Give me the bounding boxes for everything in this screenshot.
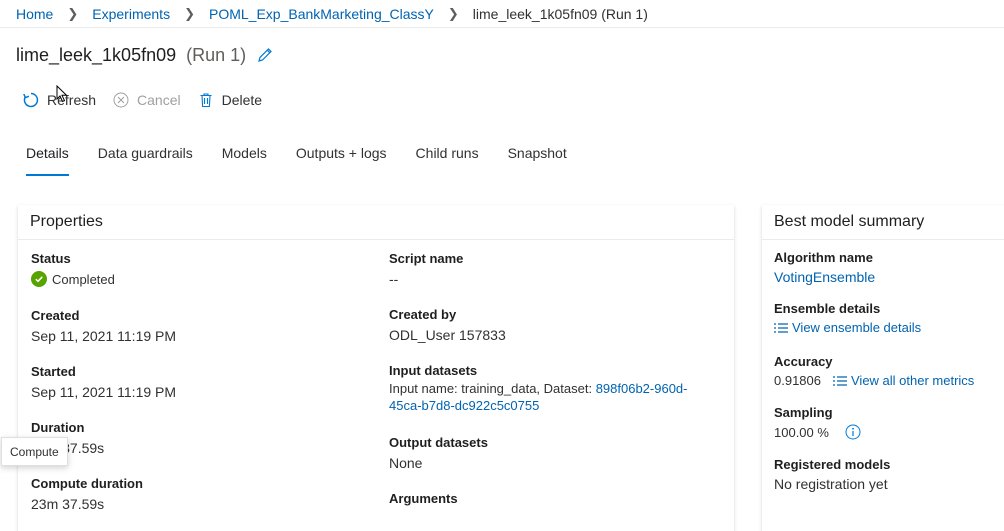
accuracy-label: Accuracy: [774, 354, 833, 369]
script-name-value: --: [389, 271, 399, 287]
started-value: Sep 11, 2021 11:19 PM: [31, 384, 177, 400]
run-number: (Run 1): [186, 44, 247, 65]
breadcrumb-current: lime_leek_1k05fn09 (Run 1): [472, 5, 648, 22]
view-all-metrics-link[interactable]: View all other metrics: [833, 373, 974, 388]
view-ensemble-details-text: View ensemble details: [792, 320, 922, 335]
script-name-property: Script name --: [389, 251, 463, 287]
input-datasets-label: Input datasets: [389, 363, 478, 378]
ensemble-property: Ensemble details View ensemble details: [774, 301, 921, 335]
started-property: Started Sep 11, 2021 11:19 PM: [31, 364, 176, 400]
script-name-label: Script name: [389, 251, 464, 266]
duration-label: Duration: [31, 420, 85, 435]
created-by-label: Created by: [389, 307, 457, 322]
algorithm-label: Algorithm name: [774, 250, 873, 265]
tab-child-runs[interactable]: Child runs: [416, 140, 479, 176]
registered-models-value: No registration yet: [774, 476, 888, 492]
page-title: lime_leek_1k05fn09 (Run 1): [16, 42, 274, 68]
sampling-label: Sampling: [774, 405, 833, 420]
properties-card: Properties Status Completed Created Sep …: [18, 205, 734, 531]
output-datasets-value: None: [389, 455, 423, 471]
delete-button[interactable]: Delete: [197, 91, 262, 109]
status-label: Status: [31, 251, 71, 266]
view-ensemble-details-link[interactable]: View ensemble details: [774, 320, 921, 335]
created-value: Sep 11, 2021 11:19 PM: [31, 328, 177, 344]
dataset-link-continued[interactable]: 45ca-b7d8-dc922c5c0755: [389, 398, 688, 413]
created-property: Created Sep 11, 2021 11:19 PM: [31, 308, 176, 344]
breadcrumb-experiment[interactable]: POML_Exp_BankMarketing_ClassY: [209, 6, 434, 22]
status-value: Completed: [31, 271, 115, 287]
status-text: Completed: [52, 271, 115, 287]
created-by-property: Created by ODL_User 157833: [389, 307, 506, 343]
registered-models-property: Registered models No registration yet: [774, 457, 890, 492]
arguments-label: Arguments: [389, 491, 458, 506]
list-icon: [774, 322, 788, 333]
tab-outputs-logs[interactable]: Outputs + logs: [296, 140, 387, 176]
refresh-icon: [22, 91, 40, 109]
sampling-row: 100.00 %: [774, 424, 861, 440]
compute-duration-label: Compute duration: [31, 476, 143, 491]
compute-duration-value: 23m 37.59s: [31, 496, 105, 512]
best-model-title: Best model summary: [762, 205, 1004, 240]
registered-models-label: Registered models: [774, 457, 891, 472]
input-datasets-property: Input datasets Input name: training_data…: [389, 363, 688, 413]
output-datasets-property: Output datasets None: [389, 435, 488, 471]
chevron-right-icon: ❯: [184, 5, 195, 21]
edit-pencil-icon[interactable]: [256, 46, 274, 64]
started-label: Started: [31, 364, 76, 379]
status-property: Status Completed: [31, 251, 115, 287]
tab-snapshot[interactable]: Snapshot: [508, 140, 567, 176]
cancel-label: Cancel: [137, 92, 181, 108]
tab-models[interactable]: Models: [222, 140, 267, 176]
output-datasets-label: Output datasets: [389, 435, 488, 450]
breadcrumb-home[interactable]: Home: [16, 6, 53, 22]
input-datasets-prefix: Input name: training_data, Dataset:: [389, 381, 596, 396]
sampling-value: 100.00 %: [774, 424, 829, 440]
tab-data-guardrails[interactable]: Data guardrails: [98, 140, 193, 176]
refresh-label: Refresh: [47, 92, 97, 108]
breadcrumb: Home ❯ Experiments ❯ POML_Exp_BankMarket…: [0, 0, 1004, 28]
run-name: lime_leek_1k05fn09: [16, 44, 177, 65]
accuracy-property: Accuracy 0.91806 View all other metrics: [774, 354, 974, 388]
trash-icon: [197, 91, 215, 109]
created-label: Created: [31, 308, 80, 323]
created-by-value: ODL_User 157833: [389, 327, 506, 343]
accuracy-value: 0.91806: [774, 373, 821, 388]
tab-details[interactable]: Details: [26, 140, 69, 176]
algorithm-link[interactable]: VotingEnsemble: [774, 269, 875, 285]
sampling-property: Sampling 100.00 %: [774, 405, 861, 440]
breadcrumb-experiments[interactable]: Experiments: [92, 6, 170, 22]
chevron-right-icon: ❯: [67, 5, 79, 21]
chevron-right-icon: ❯: [447, 5, 459, 21]
view-all-metrics-text: View all other metrics: [851, 373, 975, 388]
list-icon: [833, 375, 847, 386]
best-model-card: Best model summary Algorithm name Voting…: [762, 205, 1004, 531]
dataset-link[interactable]: 898f06b2-960d-: [596, 381, 688, 396]
mouse-cursor-icon: [56, 84, 68, 103]
accuracy-row: 0.91806 View all other metrics: [774, 373, 974, 388]
check-circle-icon: [31, 271, 47, 287]
cancel-circle-icon: [112, 91, 130, 109]
properties-title: Properties: [18, 205, 734, 240]
info-icon[interactable]: [845, 424, 861, 440]
compute-tooltip: Compute: [1, 437, 68, 466]
ensemble-label: Ensemble details: [774, 301, 881, 316]
compute-duration-property: Compute duration 23m 37.59s: [31, 476, 143, 512]
arguments-property: Arguments: [389, 491, 458, 506]
tab-bar: Details Data guardrails Models Outputs +…: [26, 140, 596, 176]
delete-label: Delete: [221, 92, 263, 108]
input-datasets-line1: Input name: training_data, Dataset: 898f…: [389, 381, 688, 396]
algorithm-property: Algorithm name VotingEnsemble: [774, 250, 875, 285]
cancel-button[interactable]: Cancel: [112, 91, 181, 109]
